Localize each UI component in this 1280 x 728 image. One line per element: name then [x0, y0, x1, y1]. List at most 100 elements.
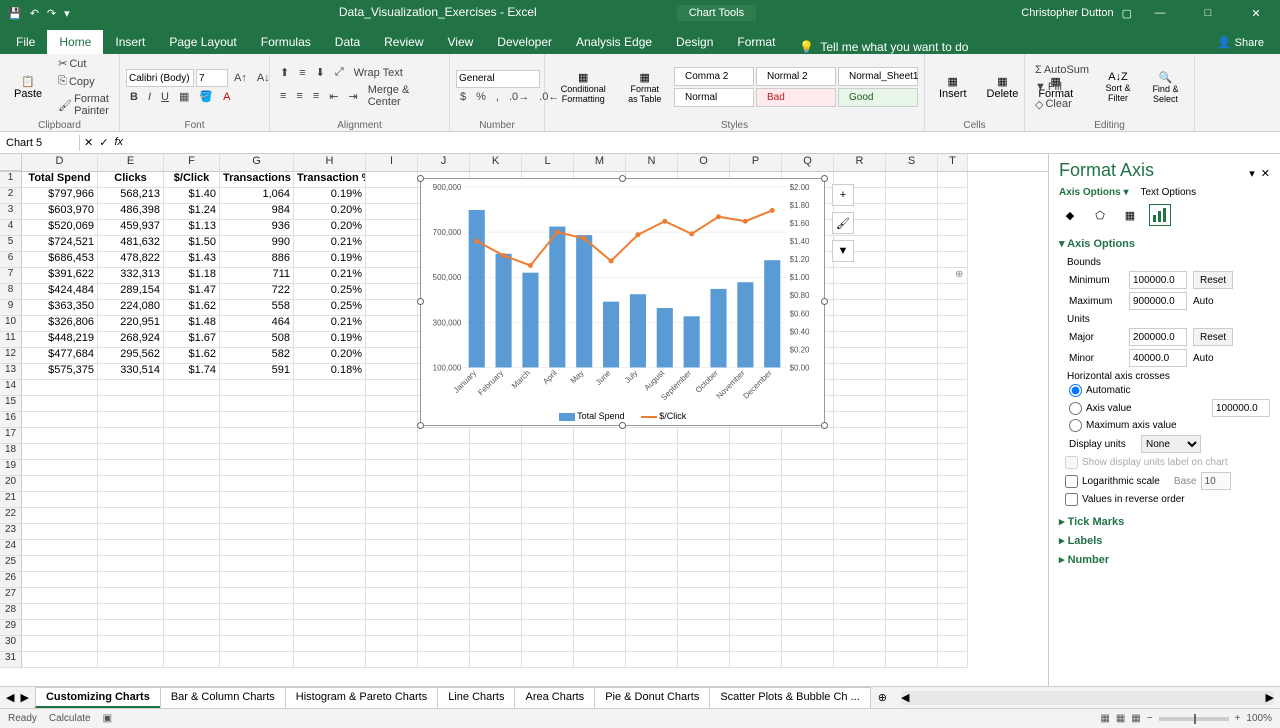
pane-fill-icon[interactable]: ◆	[1059, 204, 1081, 226]
merge-center-button[interactable]: Merge & Center	[364, 82, 443, 110]
currency-button[interactable]: $	[456, 89, 470, 105]
sheet-tab[interactable]: Pie & Donut Charts	[594, 687, 710, 708]
style-normal-sheet1[interactable]: Normal_Sheet1	[838, 67, 918, 86]
sheet-nav-prev-icon[interactable]: ◀	[6, 691, 14, 704]
cancel-formula-icon[interactable]: ✕	[84, 136, 93, 149]
increase-decimal-button[interactable]: .0→	[505, 89, 533, 105]
major-reset-button[interactable]: Reset	[1193, 328, 1233, 346]
horizontal-scrollbar[interactable]: ◀ ▶	[901, 691, 1274, 705]
close-button[interactable]: ✕	[1236, 0, 1276, 26]
sort-filter-button[interactable]: A↓ZSort & Filter	[1097, 56, 1139, 118]
tab-insert[interactable]: Insert	[103, 30, 157, 54]
new-sheet-button[interactable]: ⊕	[870, 691, 895, 704]
font-name-select[interactable]	[126, 69, 194, 87]
chart-object[interactable]: 100,000300,000500,000700,000900,000$0.00…	[420, 178, 825, 426]
pane-effects-icon[interactable]: ⬠	[1089, 204, 1111, 226]
number-format-select[interactable]	[456, 70, 540, 88]
align-right-button[interactable]: ≡	[309, 88, 323, 104]
tab-analysis-edge[interactable]: Analysis Edge	[564, 30, 664, 54]
chart-styles-button[interactable]: 🖌	[832, 212, 854, 234]
grow-font-button[interactable]: A↑	[230, 70, 251, 86]
share-button[interactable]: 👤 Share	[1205, 31, 1276, 54]
sheet-tab[interactable]: Scatter Plots & Bubble Ch ...	[709, 687, 870, 708]
underline-button[interactable]: U	[157, 89, 173, 105]
tab-file[interactable]: File	[4, 30, 47, 54]
tab-page-layout[interactable]: Page Layout	[157, 30, 248, 54]
tab-format[interactable]: Format	[725, 30, 787, 54]
radio-automatic[interactable]	[1069, 384, 1082, 397]
conditional-formatting-button[interactable]: ▦Conditional Formatting	[551, 56, 616, 118]
bold-button[interactable]: B	[126, 89, 142, 105]
user-name[interactable]: Christopher Dutton	[1021, 7, 1113, 19]
style-good[interactable]: Good	[838, 88, 918, 107]
log-scale-check[interactable]	[1065, 475, 1078, 488]
accept-formula-icon[interactable]: ✓	[99, 136, 108, 149]
find-select-button[interactable]: 🔍Find & Select	[1143, 56, 1188, 118]
fill-button[interactable]: ▼Fill	[1031, 79, 1093, 95]
chart-filter-button[interactable]: ▼	[832, 240, 854, 262]
redo-icon[interactable]: ↷	[47, 7, 56, 20]
minimize-button[interactable]: —	[1140, 0, 1180, 26]
orientation-button[interactable]: ⤢	[331, 64, 348, 81]
pane-dropdown-icon[interactable]: ▾	[1249, 167, 1255, 180]
font-color-button[interactable]: A	[219, 89, 234, 105]
font-size-select[interactable]	[196, 69, 228, 87]
axis-value-input[interactable]	[1212, 399, 1270, 417]
chart-plot[interactable]: 100,000300,000500,000700,000900,000$0.00…	[421, 179, 824, 425]
tab-review[interactable]: Review	[372, 30, 435, 54]
style-normal[interactable]: Normal	[674, 88, 754, 107]
max-input[interactable]	[1129, 292, 1187, 310]
radio-axis-value[interactable]	[1069, 402, 1082, 415]
save-icon[interactable]: 💾	[8, 7, 22, 20]
format-painter-button[interactable]: 🖌Format Painter	[54, 91, 113, 119]
fill-color-button[interactable]: 🪣	[195, 88, 217, 105]
pane-axis-icon[interactable]	[1149, 204, 1171, 226]
copy-button[interactable]: ⎘Copy	[54, 73, 113, 90]
view-normal-icon[interactable]: ▦	[1100, 713, 1109, 724]
tab-home[interactable]: Home	[47, 30, 103, 54]
min-input[interactable]	[1129, 271, 1187, 289]
increase-indent-button[interactable]: ⇥	[344, 88, 361, 105]
zoom-out-button[interactable]: −	[1147, 713, 1153, 724]
italic-button[interactable]: I	[144, 89, 155, 105]
zoom-in-button[interactable]: +	[1235, 713, 1241, 724]
delete-cells-button[interactable]: ▦Delete	[979, 56, 1027, 118]
border-button[interactable]: ▦	[175, 88, 193, 105]
style-comma2[interactable]: Comma 2	[674, 67, 754, 86]
tell-me-box[interactable]: 💡 Tell me what you want to do	[787, 40, 1205, 54]
section-tick-marks[interactable]: ▸ Tick Marks	[1059, 512, 1270, 531]
tab-data[interactable]: Data	[323, 30, 372, 54]
wrap-text-button[interactable]: Wrap Text	[350, 65, 407, 81]
autosum-button[interactable]: ΣAutoSum	[1031, 62, 1093, 78]
section-number[interactable]: ▸ Number	[1059, 550, 1270, 569]
format-as-table-button[interactable]: ▦Format as Table	[620, 56, 670, 118]
sheet-tab[interactable]: Area Charts	[514, 687, 595, 708]
display-units-select[interactable]: None	[1141, 435, 1201, 453]
pane-tab-axis-options[interactable]: Axis Options ▾	[1059, 187, 1129, 198]
align-center-button[interactable]: ≡	[292, 88, 306, 104]
section-axis-options[interactable]: ▾ Axis Options	[1059, 234, 1270, 253]
percent-button[interactable]: %	[472, 89, 490, 105]
align-top-button[interactable]: ⬆	[276, 64, 293, 81]
macro-record-icon[interactable]: ▣	[103, 713, 112, 724]
major-input[interactable]	[1129, 328, 1187, 346]
align-left-button[interactable]: ≡	[276, 88, 290, 104]
qat-dropdown-icon[interactable]: ▾	[64, 7, 70, 20]
cut-button[interactable]: ✂Cut	[54, 55, 113, 72]
decrease-indent-button[interactable]: ⇤	[325, 88, 342, 105]
align-bottom-button[interactable]: ⬇	[312, 64, 329, 81]
minor-input[interactable]	[1129, 349, 1187, 367]
tab-design[interactable]: Design	[664, 30, 725, 54]
sheet-tab[interactable]: Customizing Charts	[35, 687, 161, 708]
comma-button[interactable]: ,	[492, 89, 503, 105]
paste-button[interactable]: 📋 Paste	[6, 56, 50, 118]
zoom-level[interactable]: 100%	[1246, 713, 1272, 724]
formula-input[interactable]	[127, 141, 1280, 145]
sheet-tab[interactable]: Histogram & Pareto Charts	[285, 687, 438, 708]
style-bad[interactable]: Bad	[756, 88, 836, 107]
sheet-nav-next-icon[interactable]: ▶	[20, 691, 28, 704]
style-normal2[interactable]: Normal 2	[756, 67, 836, 86]
reverse-check[interactable]	[1065, 493, 1078, 506]
radio-max-axis[interactable]	[1069, 419, 1082, 432]
clear-button[interactable]: ◇Clear	[1031, 96, 1093, 113]
